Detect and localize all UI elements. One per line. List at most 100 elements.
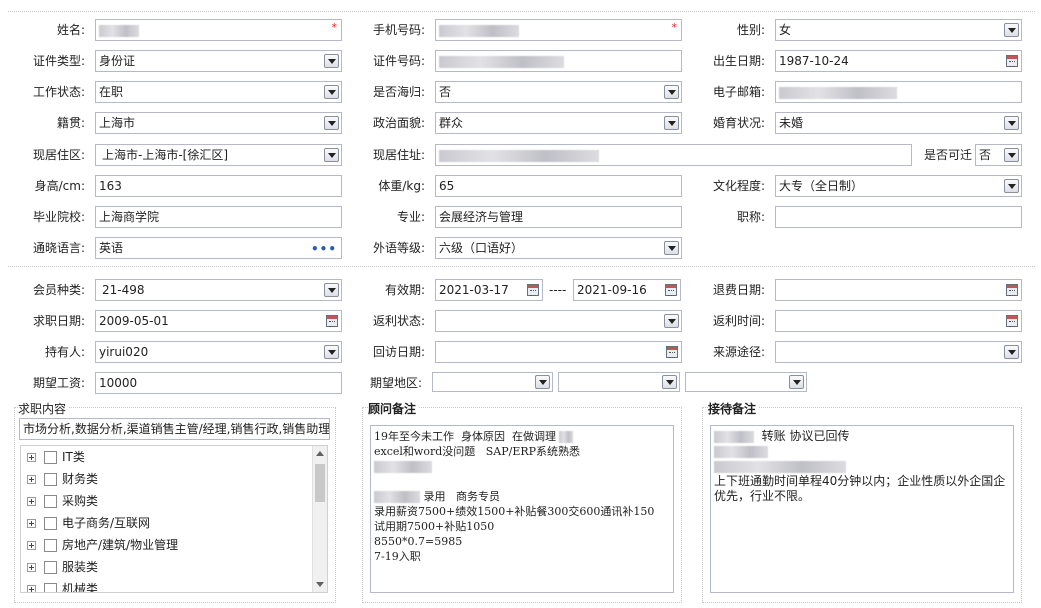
calendar-icon[interactable] (1006, 284, 1018, 296)
idtype-select[interactable]: 身份证 (95, 50, 342, 72)
idno-field[interactable] (435, 50, 682, 72)
calendar-icon[interactable] (1006, 315, 1018, 327)
salary-field[interactable]: 10000 (95, 372, 342, 394)
checkbox[interactable] (44, 561, 57, 574)
level-select[interactable]: 六级（口语好） (435, 237, 682, 259)
dropdown-arrow-icon[interactable] (664, 116, 679, 130)
dropdown-arrow-icon[interactable] (662, 375, 677, 389)
tree-item[interactable]: 采购类 (27, 490, 98, 512)
dropdown-arrow-icon[interactable] (1004, 23, 1019, 37)
calendar-icon[interactable] (527, 284, 539, 296)
dropdown-arrow-icon[interactable] (535, 375, 550, 389)
dropdown-arrow-icon[interactable] (664, 241, 679, 255)
name-field[interactable]: * (95, 19, 342, 41)
lang-field[interactable]: 英语 ••• (95, 237, 342, 259)
job-summary-field[interactable]: 市场分析,数据分析,渠道销售主管/经理,销售行政,销售助理 (19, 418, 330, 440)
title-field[interactable] (775, 206, 1022, 228)
work-status-select[interactable]: 在职 (95, 81, 342, 103)
native-value: 上海市 (99, 116, 136, 130)
height-field[interactable]: 163 (95, 175, 342, 197)
phone-field[interactable]: * (435, 19, 682, 41)
scroll-down-icon[interactable] (316, 582, 324, 587)
tree-list: IT类 财务类 采购类 电子商务/互联网 房地产/建筑/物业管理 服装类 机械类 (27, 446, 307, 592)
area-province-select[interactable] (432, 372, 553, 392)
idtype-value: 身份证 (99, 54, 136, 68)
checkbox[interactable] (44, 473, 57, 486)
dropdown-arrow-icon[interactable] (324, 283, 339, 297)
tree-item[interactable]: IT类 (27, 446, 85, 468)
tree-item[interactable]: 服装类 (27, 556, 98, 578)
dropdown-arrow-icon[interactable] (789, 375, 804, 389)
checkbox[interactable] (44, 539, 57, 552)
visit-date-field[interactable] (435, 341, 682, 363)
area-city-select[interactable] (558, 372, 680, 392)
dropdown-arrow-icon[interactable] (664, 314, 679, 328)
dropdown-arrow-icon[interactable] (1004, 116, 1019, 130)
major-field[interactable]: 会展经济与管理 (435, 206, 682, 228)
expand-icon[interactable] (27, 453, 36, 462)
rebate-time-field[interactable] (775, 310, 1022, 332)
more-options-icon[interactable]: ••• (311, 239, 337, 258)
refund-date-field[interactable] (775, 279, 1022, 301)
school-field[interactable]: 上海商学院 (95, 206, 342, 228)
expand-icon[interactable] (27, 563, 36, 572)
dropdown-arrow-icon[interactable] (324, 54, 339, 68)
address-field[interactable] (435, 144, 912, 166)
checkbox[interactable] (44, 451, 57, 464)
dropdown-arrow-icon[interactable] (1004, 345, 1019, 359)
calendar-icon[interactable] (665, 284, 677, 296)
dropdown-arrow-icon[interactable] (664, 85, 679, 99)
calendar-icon[interactable] (666, 346, 678, 358)
calendar-icon[interactable] (1006, 55, 1018, 67)
scroll-thumb[interactable] (315, 464, 325, 502)
tree-item-label: IT类 (62, 450, 85, 464)
edu-select[interactable]: 大专（全日制） (775, 175, 1022, 197)
dropdown-arrow-icon[interactable] (324, 116, 339, 130)
job-category-tree[interactable]: IT类 财务类 采购类 电子商务/互联网 房地产/建筑/物业管理 服装类 机械类 (20, 445, 328, 593)
calendar-icon[interactable] (326, 315, 338, 327)
member-select[interactable]: 21-498 (95, 279, 342, 301)
dropdown-arrow-icon[interactable] (324, 85, 339, 99)
dropdown-arrow-icon[interactable] (324, 148, 339, 162)
email-field[interactable] (775, 81, 1022, 103)
reception-notes-textarea[interactable]: 转账 协议已回传 上下班通勤时间单程40分钟以内；企业性质以外企国企优先，行业不限… (710, 425, 1014, 593)
dropdown-arrow-icon[interactable] (1004, 148, 1019, 162)
checkbox[interactable] (44, 517, 57, 530)
tree-item[interactable]: 机械类 (27, 578, 98, 592)
native-select[interactable]: 上海市 (95, 112, 342, 134)
tree-item[interactable]: 财务类 (27, 468, 98, 490)
expand-icon[interactable] (27, 497, 36, 506)
checkbox[interactable] (44, 495, 57, 508)
holder-select[interactable]: yirui020 (95, 341, 342, 363)
birth-date-field[interactable]: 1987-10-24 (775, 50, 1022, 72)
weight-field[interactable]: 65 (435, 175, 682, 197)
advisor-notes-textarea[interactable]: 19年至今未工作 身体原因 在做调理 excel和word没问题 SAP/ERP… (370, 425, 674, 593)
apply-date-field[interactable]: 2009-05-01 (95, 310, 342, 332)
lang-value: 英语 (99, 241, 124, 255)
expand-icon[interactable] (27, 541, 36, 550)
expand-icon[interactable] (27, 585, 36, 592)
rebate-select[interactable] (435, 310, 682, 332)
valid-from-field[interactable]: 2021-03-17 (435, 279, 543, 301)
area-district-select[interactable] (685, 372, 807, 392)
gender-select[interactable]: 女 (775, 19, 1022, 41)
dropdown-arrow-icon[interactable] (324, 345, 339, 359)
tree-item[interactable]: 房地产/建筑/物业管理 (27, 534, 178, 556)
expand-icon[interactable] (27, 519, 36, 528)
valid-to-field[interactable]: 2021-09-16 (573, 279, 681, 301)
residence-select[interactable]: 上海市-上海市-[徐汇区] (95, 144, 342, 166)
source-select[interactable] (775, 341, 1022, 363)
note-line: 录用薪资7500+绩效1500+补贴餐300交600通讯补150 (374, 505, 655, 518)
scroll-up-icon[interactable] (316, 451, 324, 456)
redacted-name (99, 24, 139, 37)
expand-icon[interactable] (27, 475, 36, 484)
overseas-select[interactable]: 否 (435, 81, 682, 103)
political-select[interactable]: 群众 (435, 112, 682, 134)
marital-select[interactable]: 未婚 (775, 112, 1022, 134)
checkbox[interactable] (44, 583, 57, 592)
rebate-time-label: 返利时间: (712, 314, 765, 328)
tree-scrollbar[interactable] (312, 446, 327, 592)
tree-item[interactable]: 电子商务/互联网 (27, 512, 150, 534)
dropdown-arrow-icon[interactable] (1004, 179, 1019, 193)
relocate-select[interactable]: 否 (975, 144, 1022, 166)
